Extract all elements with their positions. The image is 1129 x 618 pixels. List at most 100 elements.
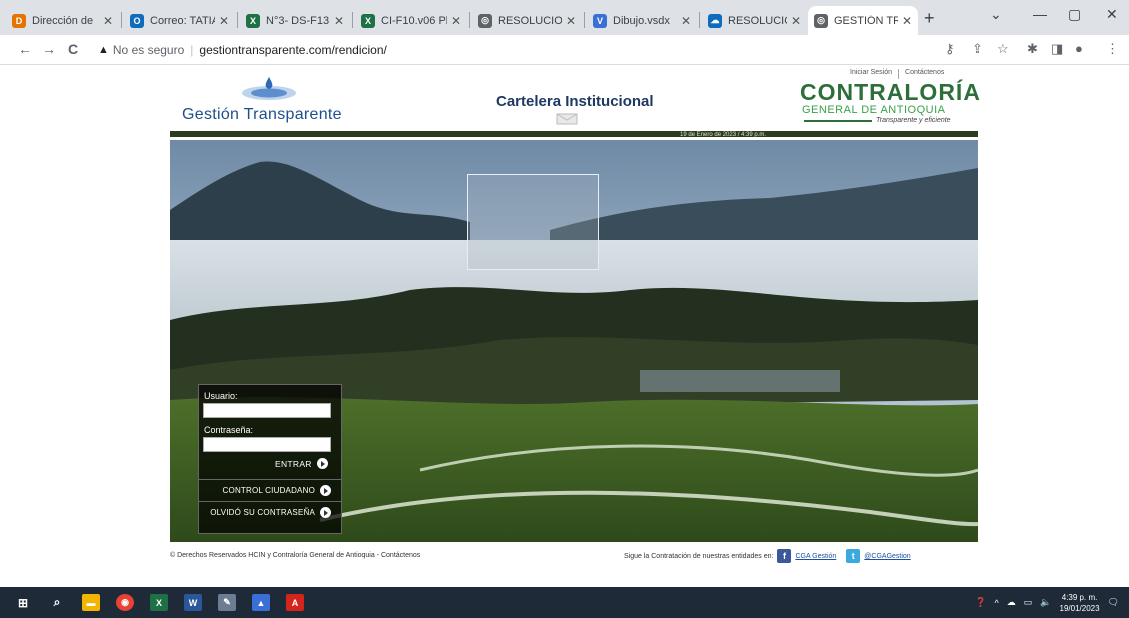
search-icon[interactable]: ⌕ [48,594,66,611]
tab-favicon-icon: V [593,13,607,28]
citizen-control-button[interactable]: CONTROL CIUDADANO [199,479,341,501]
network-icon[interactable]: ▭ [1024,597,1033,608]
header-links: Iniciar Sesión Contáctenos [850,69,944,79]
envelope-icon [556,113,578,125]
login-link[interactable]: Iniciar Sesión [850,69,892,79]
word-icon[interactable]: W [184,594,202,611]
minimize-button[interactable]: — [1033,6,1047,22]
volume-icon[interactable]: 🔈 [1040,597,1051,608]
key-icon[interactable]: ⚷ [945,41,955,57]
close-window-button[interactable]: ✕ [1106,6,1118,23]
password-input[interactable] [203,437,331,452]
tab-title: Dibujo.vsdx [613,14,670,27]
tab-close-icon[interactable]: ✕ [219,14,229,28]
tab-ci-f10[interactable]: X CI-F10.v06 Pl ✕ [355,6,467,35]
back-arrow-icon[interactable]: ← [18,41,32,57]
forward-arrow-icon[interactable]: → [42,41,56,57]
arrow-right-circle-icon [320,507,331,518]
contraloria-title[interactable]: CONTRALORÍA [800,79,981,106]
footer-rights[interactable]: © Derechos Reservados HCIN y Contraloría… [170,552,420,559]
windows-taskbar: ⊞ ⌕ ▬ ◉ X W ✎ ▲ A ❓ ^ ☁ ▭ 🔈 4:39 p. m. 1… [0,587,1129,618]
tab-title: Correo: TATIA [150,14,215,27]
facebook-icon[interactable]: f [777,549,792,563]
tab-direccion[interactable]: D Dirección de ✕ [6,6,119,35]
tab-close-icon[interactable]: ✕ [791,14,801,28]
profile-avatar-icon[interactable]: ● [1075,41,1083,56]
file-explorer-icon[interactable]: ▬ [82,594,100,611]
reload-icon[interactable]: C [68,41,78,57]
security-label: No es seguro [112,43,185,57]
tab-resolucion-2[interactable]: ☁ RESOLUCION ✕ [702,6,807,35]
menu-kebab-icon[interactable]: ⋮ [1106,41,1119,57]
tab-close-icon[interactable]: ✕ [451,14,461,28]
cloud-icon[interactable]: ☁ [1007,597,1016,608]
tab-title: GESTIÓN TRA [834,14,898,27]
tab-title: CI-F10.v06 Pl [381,14,447,27]
forgot-password-button[interactable]: OLVIDÓ SU CONTRASEÑA [199,501,341,523]
acrobat-icon[interactable]: A [286,594,304,611]
tab-favicon-icon: O [130,13,144,28]
date-bar [170,131,978,137]
paint-icon[interactable]: ✎ [218,594,236,611]
facebook-link[interactable]: CGA Gestión [795,553,836,560]
tab-favicon-icon: X [246,13,260,28]
extensions-icon[interactable]: ✱ [1027,41,1038,57]
cartelera-title[interactable]: Cartelera Institucional [496,93,654,110]
tab-favicon-icon: ◎ [478,13,492,28]
maximize-button[interactable]: ▢ [1068,6,1081,23]
username-input[interactable] [203,403,331,418]
browser-toolbar: ← → C ▲ No es seguro | gestiontransparen… [0,35,1129,65]
twitter-icon[interactable]: t [846,549,861,563]
contact-link[interactable]: Contáctenos [905,69,944,79]
tab-close-icon[interactable]: ✕ [334,14,344,28]
logo-text[interactable]: Gestión Transparente [182,106,342,124]
login-panel: Usuario: Contraseña: ENTRAR CONTROL CIUD… [198,384,342,534]
clock-date: 19/01/2023 [1059,603,1100,613]
tab-close-icon[interactable]: ✕ [566,14,576,28]
share-icon[interactable]: ⇪ [972,41,983,57]
system-tray: ❓ ^ ☁ ▭ 🔈 4:39 p. m. 19/01/2023 🗨 [975,587,1119,618]
new-tab-button[interactable]: + [924,8,935,29]
tab-favicon-icon: D [12,13,26,28]
tab-close-icon[interactable]: ✕ [681,14,691,28]
clock-time: 4:39 p. m. [1061,592,1098,602]
clock[interactable]: 4:39 p. m. 19/01/2023 [1060,592,1100,614]
web-page: Gestión Transparente Cartelera Instituci… [0,65,1129,587]
site-header: Gestión Transparente Cartelera Instituci… [170,65,981,131]
arrow-right-circle-icon [320,485,331,496]
tab-dibujo[interactable]: V Dibujo.vsdx ✕ [587,6,697,35]
thumbnail-frame[interactable] [467,174,599,270]
side-panel-icon[interactable]: ◨ [1051,41,1063,57]
address-divider: | [190,43,194,57]
excel-icon[interactable]: X [150,594,168,611]
bookmark-star-icon[interactable]: ☆ [997,41,1009,57]
windows-start-icon[interactable]: ⊞ [14,594,32,611]
tab-n3-ds[interactable]: X N°3- DS-F13 ✕ [240,6,350,35]
tab-resolucion-1[interactable]: ◎ RESOLUCION ✕ [472,6,582,35]
tab-search-icon[interactable]: ⌄ [990,6,1002,23]
twitter-link[interactable]: @CGAGestion [864,553,910,560]
chevron-up-icon[interactable]: ^ [995,598,999,608]
contraloria-slogan: Transparente y eficiente [876,117,951,124]
tab-title: RESOLUCION [728,14,787,27]
tab-title: Dirección de [32,14,94,27]
arrow-right-circle-icon [316,458,328,469]
enter-button[interactable]: ENTRAR [275,458,328,469]
app-icon[interactable]: ▲ [252,594,270,611]
url-text: gestiontransparente.com/rendicion/ [199,43,387,57]
tab-gestion-transparente[interactable]: ◎ GESTIÓN TRA ✕ [808,6,918,35]
notifications-icon[interactable]: 🗨 [1108,597,1119,608]
address-bar[interactable]: ▲ No es seguro | gestiontransparente.com… [98,39,387,61]
help-icon[interactable]: ❓ [975,597,986,608]
tab-correo[interactable]: O Correo: TATIA ✕ [124,6,235,35]
tab-title: N°3- DS-F13 [266,14,330,27]
warning-triangle-icon: ▲ [98,44,109,56]
forgot-password-label: OLVIDÓ SU CONTRASEÑA [210,508,315,517]
password-label: Contraseña: [204,425,254,435]
chrome-icon[interactable]: ◉ [116,594,134,611]
tab-close-icon[interactable]: ✕ [902,14,912,28]
tab-title: RESOLUCION [498,14,562,27]
tab-close-icon[interactable]: ✕ [103,14,113,28]
enter-label: ENTRAR [275,458,312,469]
water-drop-logo-icon [242,77,296,100]
